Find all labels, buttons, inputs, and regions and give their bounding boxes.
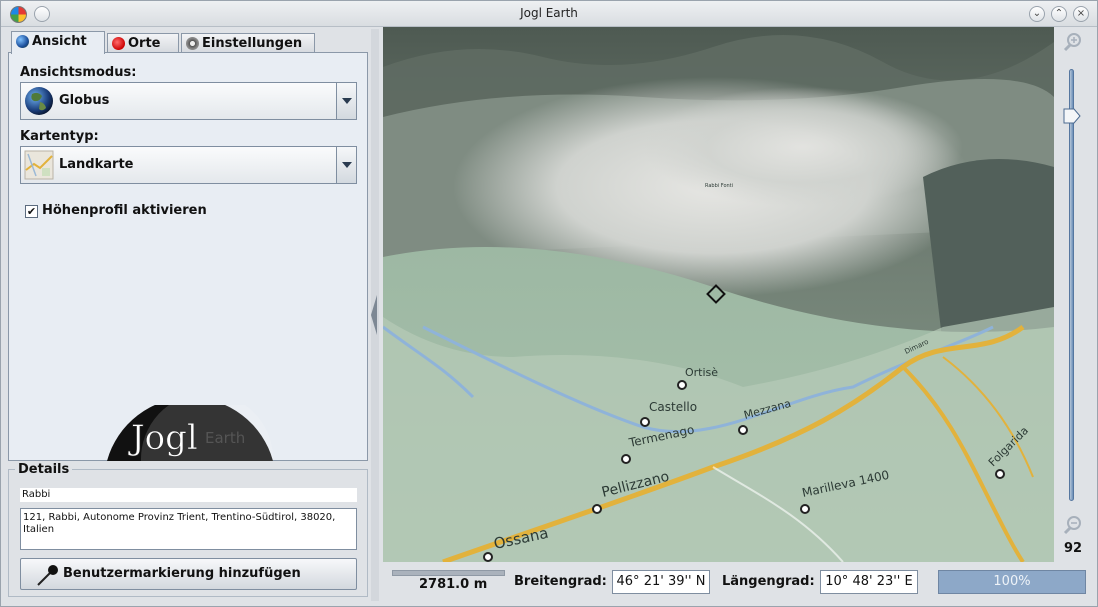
map-view[interactable]: Ortisè Castello Termenago Mezzana Pelliz… — [383, 27, 1054, 562]
zoom-value: 92 — [1063, 541, 1083, 556]
latitude-label: Breitengrad: — [514, 574, 607, 589]
left-panel: Ansicht Orte Einstellungen Ansichtsmodus… — [7, 29, 369, 599]
zoom-in-icon[interactable] — [1063, 32, 1083, 52]
tab-label: Einstellungen — [202, 36, 303, 51]
ansicht-panel: Ansichtsmodus: Globus Kartentyp: Landkar… — [8, 52, 368, 461]
app-window: Jogl Earth ⌄ ⌃ × Ansicht Orte Einstellun… — [0, 0, 1098, 607]
maximize-button[interactable]: ⌃ — [1051, 6, 1067, 22]
collapse-arrow-icon[interactable] — [371, 295, 377, 335]
place-label: Rabbi Fonti — [705, 183, 733, 189]
map-type-value: Landkarte — [59, 157, 134, 172]
elevation-checkbox[interactable]: ✔ — [25, 205, 38, 218]
globe-icon — [25, 87, 53, 115]
tab-label: Ansicht — [32, 34, 87, 49]
minimize-button[interactable]: ⌄ — [1029, 6, 1045, 22]
pushpin-icon — [37, 565, 58, 586]
panel-splitter[interactable] — [371, 29, 379, 601]
gear-icon — [186, 37, 199, 50]
zoom-slider-thumb[interactable] — [1063, 108, 1081, 124]
logo-text: Jogl — [128, 418, 198, 458]
logo-suffix: Earth — [205, 429, 245, 447]
chevron-down-icon[interactable] — [336, 147, 356, 183]
zoom-out-icon[interactable] — [1063, 515, 1083, 535]
map-icon — [24, 150, 54, 180]
map-type-select[interactable]: Landkarte — [20, 146, 357, 184]
globe-icon — [16, 35, 29, 48]
longitude-label: Längengrad: — [722, 574, 815, 589]
tab-label: Orte — [128, 36, 161, 51]
tab-einstellungen[interactable]: Einstellungen — [181, 33, 315, 53]
tab-ansicht[interactable]: Ansicht — [11, 31, 105, 54]
status-bar: 2781.0 m Breitengrad: 46° 21' 39'' N Län… — [383, 566, 1093, 600]
scale-bar — [392, 570, 505, 576]
tab-orte[interactable]: Orte — [107, 33, 179, 53]
jogl-earth-logo: Jogl Earth — [101, 405, 281, 461]
scale-label: 2781.0 m — [419, 577, 488, 592]
chevron-down-icon[interactable] — [336, 83, 356, 119]
add-user-marker-button[interactable]: Benutzermarkierung hinzufügen — [20, 558, 357, 590]
view-mode-label: Ansichtsmodus: — [20, 65, 137, 80]
latitude-field[interactable]: 46° 21' 39'' N — [612, 570, 710, 594]
window-title: Jogl Earth — [520, 6, 578, 20]
longitude-field[interactable]: 10° 48' 23'' E — [820, 570, 918, 594]
place-name-field: Rabbi — [20, 488, 357, 502]
pushpin-icon — [112, 37, 125, 50]
place-label: Ortisè — [685, 366, 718, 379]
add-user-marker-label: Benutzermarkierung hinzufügen — [63, 566, 301, 581]
zoom-control: 92 — [1058, 27, 1090, 562]
zoom-slider[interactable] — [1069, 69, 1074, 501]
details-group: Details Rabbi 121, Rabbi, Autonome Provi… — [8, 462, 368, 597]
view-mode-value: Globus — [59, 93, 110, 108]
map-type-label: Kartentyp: — [20, 129, 99, 144]
elevation-label: Höhenprofil aktivieren — [42, 203, 207, 218]
details-legend: Details — [15, 462, 73, 477]
loading-progress-bar: 100% — [938, 570, 1086, 594]
place-label: Castello — [649, 400, 697, 414]
title-bar: Jogl Earth ⌄ ⌃ × — [1, 1, 1097, 27]
view-mode-select[interactable]: Globus — [20, 82, 357, 120]
place-address-field[interactable]: 121, Rabbi, Autonome Provinz Trient, Tre… — [20, 508, 357, 550]
close-button[interactable]: × — [1073, 6, 1089, 22]
